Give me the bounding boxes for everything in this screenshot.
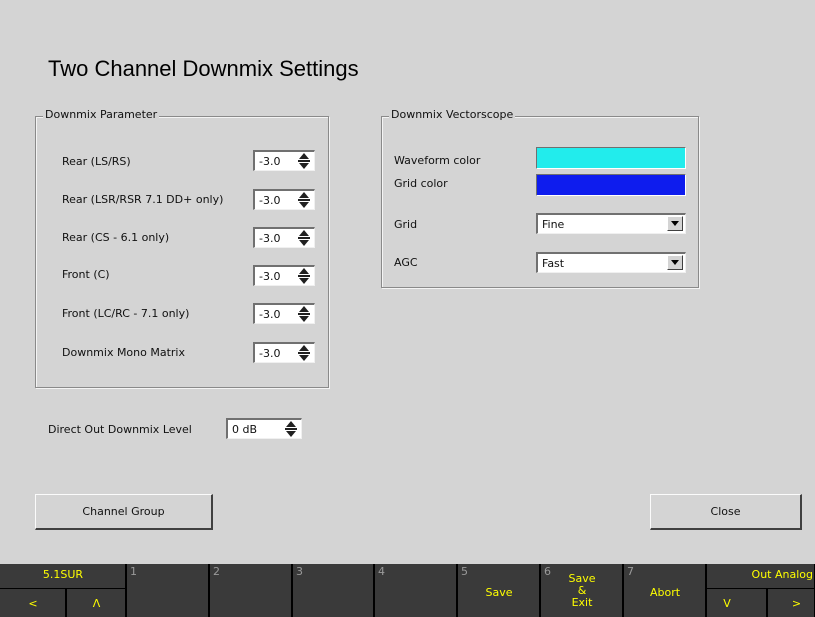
- out-analog-label: Out Analog: [751, 568, 813, 581]
- softkey-up[interactable]: Λ: [67, 589, 126, 617]
- softkey-number: 7: [627, 565, 634, 578]
- chevron-left-icon: <: [28, 597, 38, 610]
- grid-color-label: Grid color: [394, 177, 448, 190]
- waveform-color-label: Waveform color: [394, 154, 481, 167]
- direct-out-label: Direct Out Downmix Level: [48, 423, 192, 436]
- param-label-front-c: Front (C): [62, 268, 110, 281]
- param-spinner-mono-matrix[interactable]: -3.0: [253, 342, 315, 363]
- param-label-mono-matrix: Downmix Mono Matrix: [62, 346, 185, 359]
- chevron-down-icon[interactable]: [667, 255, 683, 270]
- save-exit-label-3: Exit: [571, 596, 593, 609]
- softkey-2[interactable]: 2: [210, 564, 292, 617]
- softkey-number: 4: [378, 565, 385, 578]
- softkey-3[interactable]: 3: [293, 564, 374, 617]
- softkey-1[interactable]: 1: [127, 564, 209, 617]
- direct-out-spinner[interactable]: 0 dB: [226, 418, 302, 439]
- softkey-down[interactable]: V: [707, 589, 767, 617]
- softkey-out-analog[interactable]: Out Analog: [707, 564, 815, 588]
- channel-group-button[interactable]: Channel Group: [35, 494, 213, 530]
- chevron-right-icon: >: [791, 597, 802, 610]
- param-value: -3.0: [259, 155, 281, 168]
- grid-select[interactable]: Fine: [536, 213, 686, 234]
- downmix-vectorscope-group: Downmix Vectorscope Waveform color Grid …: [381, 108, 699, 288]
- param-spinner-rear-cs[interactable]: -3.0: [253, 227, 315, 248]
- softkey-5-save[interactable]: 5 Save: [458, 564, 540, 617]
- agc-select[interactable]: Fast: [536, 252, 686, 273]
- param-value: -3.0: [259, 270, 281, 283]
- param-value: -3.0: [259, 308, 281, 321]
- page-title: Two Channel Downmix Settings: [48, 56, 359, 81]
- param-value: -3.0: [259, 232, 281, 245]
- chevron-up-icon: Λ: [92, 597, 101, 610]
- softkey-6-save-exit[interactable]: 6 Save & Exit: [541, 564, 623, 617]
- downmix-parameter-label: Downmix Parameter: [43, 108, 160, 121]
- agc-label: AGC: [394, 256, 418, 269]
- param-label-rear-cs: Rear (CS - 6.1 only): [62, 231, 170, 244]
- spinner-arrows-icon[interactable]: [298, 230, 311, 247]
- softkey-5-1sur-label: 5.1SUR: [42, 568, 84, 581]
- softkey-prev[interactable]: <: [0, 589, 66, 617]
- param-spinner-rear-ls-rs[interactable]: -3.0: [253, 150, 315, 171]
- downmix-vectorscope-label: Downmix Vectorscope: [389, 108, 516, 121]
- param-label-rear-ls-rs: Rear (LS/RS): [62, 155, 131, 168]
- spinner-arrows-icon[interactable]: [298, 345, 311, 362]
- save-label: Save: [485, 586, 513, 599]
- downmix-parameter-group: Downmix Parameter Rear (LS/RS) -3.0 Rear…: [35, 108, 329, 388]
- softkey-next[interactable]: >: [768, 589, 815, 617]
- spinner-arrows-icon[interactable]: [285, 421, 298, 438]
- param-spinner-front-c[interactable]: -3.0: [253, 265, 315, 286]
- softkey-number: 5: [461, 565, 468, 578]
- spinner-arrows-icon[interactable]: [298, 192, 311, 209]
- param-value: -3.0: [259, 347, 281, 360]
- softkey-5-1sur[interactable]: 5.1SUR: [0, 564, 126, 588]
- agc-select-value: Fast: [542, 257, 565, 270]
- param-value: -3.0: [259, 194, 281, 207]
- param-spinner-rear-lsr-rsr[interactable]: -3.0: [253, 189, 315, 210]
- spinner-arrows-icon[interactable]: [298, 268, 311, 285]
- direct-out-value: 0 dB: [232, 423, 258, 436]
- softkey-number: 2: [213, 565, 220, 578]
- spinner-arrows-icon[interactable]: [298, 306, 311, 323]
- grid-color-swatch[interactable]: [536, 174, 686, 196]
- softkey-7-abort[interactable]: 7 Abort: [624, 564, 706, 617]
- grid-select-value: Fine: [542, 218, 565, 231]
- softkey-4[interactable]: 4: [375, 564, 457, 617]
- waveform-color-swatch[interactable]: [536, 147, 686, 169]
- param-spinner-front-lc-rc[interactable]: -3.0: [253, 303, 315, 324]
- grid-label: Grid: [394, 218, 418, 231]
- param-label-rear-lsr-rsr: Rear (LSR/RSR 7.1 DD+ only): [62, 193, 224, 206]
- chevron-down-icon: V: [723, 597, 731, 610]
- close-button[interactable]: Close: [650, 494, 802, 530]
- spinner-arrows-icon[interactable]: [298, 153, 311, 170]
- softkey-number: 1: [130, 565, 137, 578]
- abort-label: Abort: [649, 586, 681, 599]
- param-label-front-lc-rc: Front (LC/RC - 7.1 only): [62, 307, 190, 320]
- softkey-number: 3: [296, 565, 303, 578]
- chevron-down-icon[interactable]: [667, 216, 683, 231]
